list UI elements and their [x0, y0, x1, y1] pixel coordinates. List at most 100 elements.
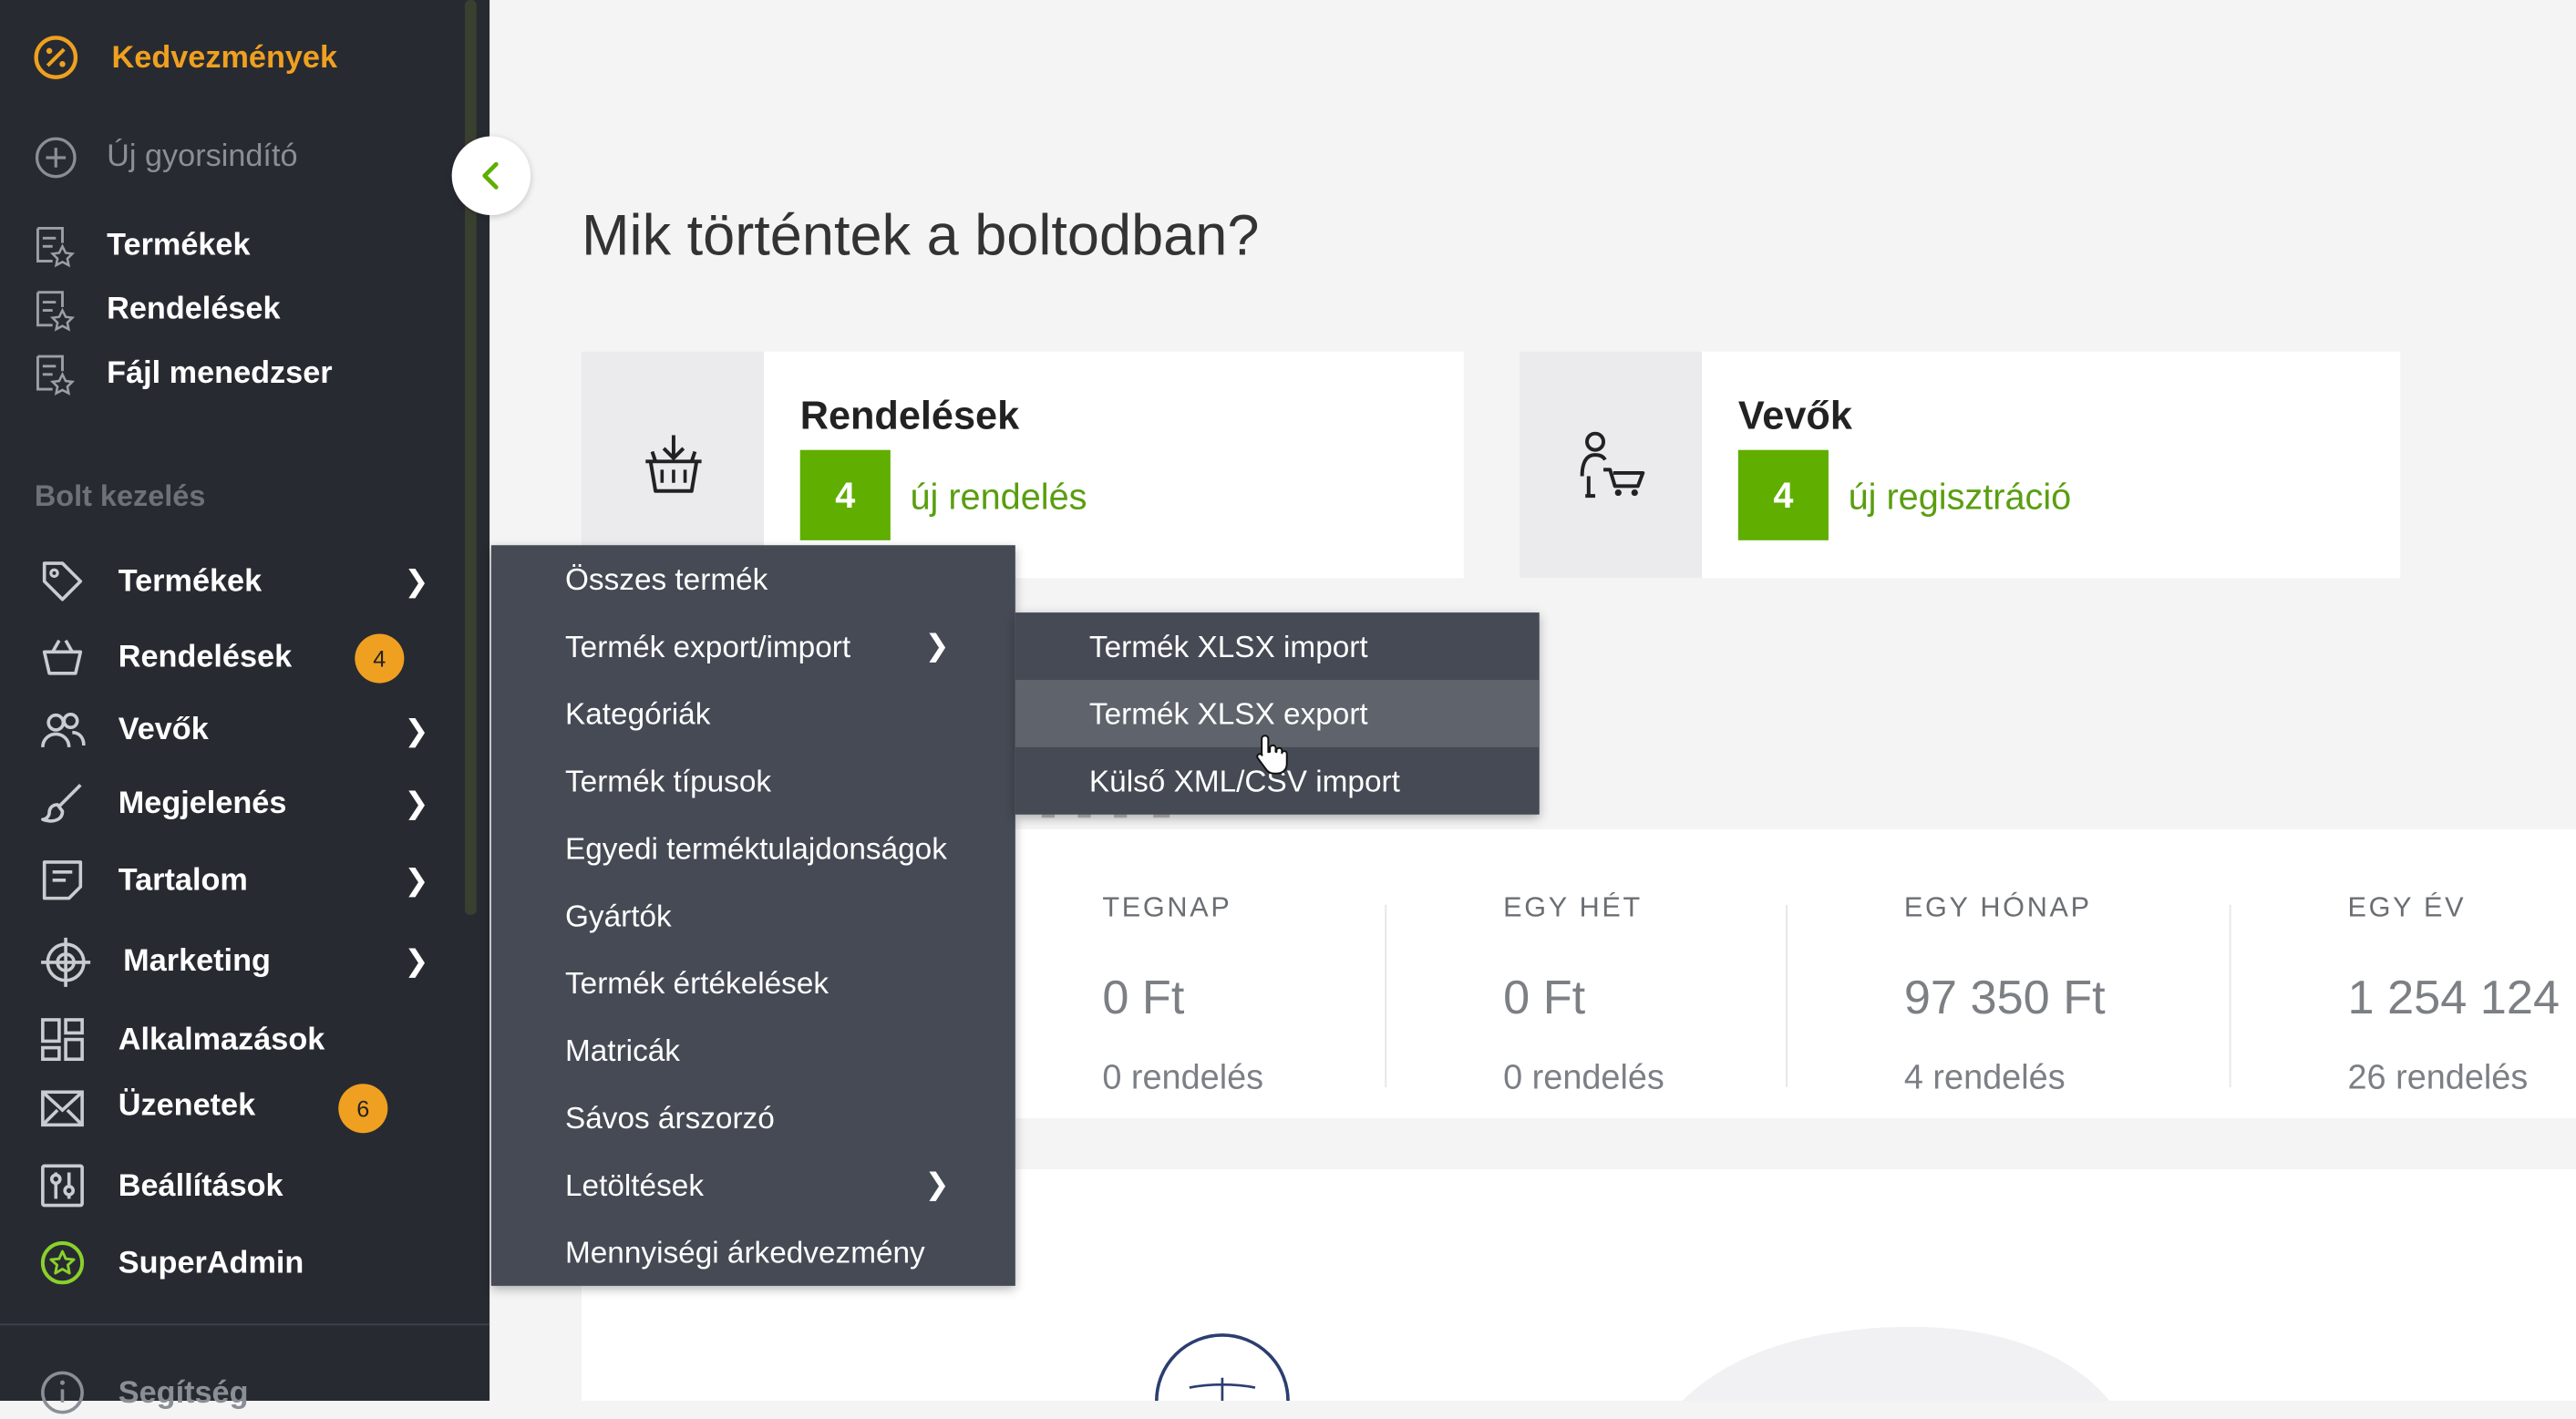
star-circle-icon [40, 1241, 85, 1285]
nav-item-tartalom[interactable]: Tartalom ❯ [39, 858, 450, 907]
menu-item-label: Gyártók [564, 898, 672, 933]
quick-item-fajl-menedzser[interactable]: Fájl menedzser [33, 352, 444, 401]
quick-item-label: Fájl menedzser [107, 356, 333, 391]
chevron-left-icon [482, 161, 499, 190]
target-icon [41, 937, 91, 987]
users-icon [41, 713, 86, 748]
stat-label-month: EGY HÓNAP [1903, 891, 2092, 923]
chevron-right-icon: ❯ [404, 944, 429, 978]
stat-orders-month: 4 rendelés [1903, 1059, 2066, 1097]
page-title: Mik történtek a boltodban? [582, 203, 1260, 268]
apps-grid-icon [41, 1018, 84, 1062]
hand-cursor-icon [1256, 735, 1288, 775]
nav-item-megjelenes[interactable]: Megjelenés ❯ [39, 780, 450, 829]
plus-circle-icon [35, 137, 77, 179]
quick-item-rendelesek[interactable]: Rendelések [33, 287, 444, 336]
stat-value-yesterday: 0 Ft [1102, 972, 1185, 1025]
menu-item-label: Összes termék [564, 561, 768, 597]
nav-item-marketing[interactable]: Marketing ❯ [39, 937, 450, 987]
sidebar-item-label: Kedvezmények [111, 41, 338, 76]
export-import-submenu: Termék XLSX import Termék XLSX export Kü… [1015, 612, 1540, 815]
menu-item-label: Matricák [564, 1033, 680, 1068]
tag-icon [42, 561, 83, 602]
list-star-icon [36, 227, 76, 268]
new-orders-link[interactable]: új rendelés [910, 477, 1087, 519]
menu-item-price-multiplier[interactable]: Sávos árszorzó [491, 1084, 1015, 1151]
menu-item-stickers[interactable]: Matricák [491, 1016, 1015, 1084]
envelope-icon [41, 1090, 84, 1127]
basket-download-icon [645, 435, 702, 493]
nav-item-label: Tartalom [118, 863, 248, 899]
stat-divider [1385, 904, 1387, 1087]
menu-item-downloads[interactable]: Letöltések ❯ [491, 1151, 1015, 1218]
nav-item-label: Termékek [118, 564, 263, 600]
quick-item-termekek[interactable]: Termékek [33, 223, 444, 272]
menu-item-label: Termék export/import [564, 629, 851, 663]
section-title: Bolt kezelés [34, 479, 206, 513]
nav-item-label: Segítség [118, 1375, 249, 1411]
stat-orders-year: 26 rendelés [2347, 1059, 2529, 1097]
menu-item-all-products[interactable]: Összes termék [491, 545, 1015, 612]
sidebar-divider [0, 1323, 490, 1326]
list-star-icon [36, 355, 76, 396]
basket-icon [42, 639, 83, 675]
sidebar-item-new-shortcut[interactable]: Új gyorsindító [33, 135, 444, 184]
nav-item-label: Marketing [123, 944, 271, 979]
nav-item-label: Üzenetek [118, 1088, 256, 1124]
menu-item-export-import[interactable]: Termék export/import ❯ [491, 612, 1015, 680]
menu-item-product-types[interactable]: Termék típusok [491, 747, 1015, 815]
menu-item-label: Letöltések [564, 1167, 705, 1202]
card-title: Rendelések [799, 394, 1020, 439]
sidebar: Kedvezmények Új gyorsindító Termékek Ren… [0, 0, 490, 1414]
nav-item-superadmin[interactable]: SuperAdmin [39, 1239, 450, 1289]
orders-count-badge: 4 [355, 633, 405, 684]
sidebar-item-label: Új gyorsindító [107, 139, 298, 174]
menu-item-label: Termék típusok [564, 763, 772, 798]
menu-item-manufacturers[interactable]: Gyártók [491, 882, 1015, 950]
nav-item-label: SuperAdmin [118, 1246, 304, 1281]
orders-card[interactable]: Rendelések 4 új rendelés [582, 351, 1464, 579]
customers-card[interactable]: Vevők 4 új regisztráció [1520, 351, 2401, 579]
chevron-right-icon: ❯ [404, 863, 429, 897]
nav-item-alkalmazasok[interactable]: Alkalmazások [39, 1016, 450, 1065]
nav-item-termekek[interactable]: Termékek ❯ [39, 559, 450, 608]
menu-item-categories[interactable]: Kategóriák [491, 680, 1015, 747]
menu-item-quantity-discount[interactable]: Mennyiségi árkedvezmény [491, 1218, 1015, 1286]
menu-item-label: Mennyiségi árkedvezmény [564, 1235, 925, 1270]
menu-item-custom-properties[interactable]: Egyedi terméktulajdonságok [491, 815, 1015, 882]
chevron-right-icon: ❯ [924, 629, 950, 663]
new-registrations-count: 4 [1737, 449, 1829, 540]
nav-item-uzenetek[interactable]: Üzenetek 6 [39, 1082, 450, 1135]
products-menu: Összes termék Termék export/import ❯ Kate… [490, 545, 1015, 1286]
customers-card-iconbox [1520, 351, 1703, 579]
person-cart-icon [1580, 431, 1645, 499]
stat-label-yesterday: TEGNAP [1102, 891, 1232, 923]
sidebar-collapse-button[interactable] [451, 136, 531, 216]
globe-illustration [1155, 1326, 2110, 1402]
sidebar-scrollbar[interactable] [465, 0, 477, 915]
nav-item-label: Megjelenés [118, 787, 287, 821]
chevron-right-icon: ❯ [404, 564, 429, 598]
percent-circle-icon [34, 36, 78, 79]
stat-value-year: 1 254 124 [2347, 972, 2561, 1025]
nav-item-label: Vevők [118, 713, 209, 747]
nav-item-beallitasok[interactable]: Beállítások [39, 1163, 450, 1212]
nav-item-label: Beállítások [118, 1168, 283, 1204]
new-registrations-link[interactable]: új regisztráció [1849, 477, 2072, 519]
nav-item-vevok[interactable]: Vevők ❯ [39, 708, 450, 757]
menu-item-label: Kategóriák [564, 695, 711, 731]
stat-value-week: 0 Ft [1503, 972, 1586, 1025]
orders-card-iconbox [582, 351, 765, 579]
menu-item-reviews[interactable]: Termék értékelések [491, 949, 1015, 1016]
sidebar-item-kedvezmenyek[interactable]: Kedvezmények [33, 35, 444, 84]
stat-divider [2229, 904, 2231, 1087]
stat-orders-week: 0 rendelés [1503, 1059, 1664, 1097]
nav-item-rendelesek[interactable]: Rendelések 4 [39, 633, 450, 684]
nav-item-help[interactable]: Segítség [39, 1370, 450, 1419]
card-title: Vevők [1737, 394, 1852, 439]
stat-orders-yesterday: 0 rendelés [1102, 1059, 1264, 1097]
quick-item-label: Termékek [107, 228, 251, 263]
sliders-icon [41, 1164, 84, 1208]
submenu-item-xlsx-import[interactable]: Termék XLSX import [1015, 612, 1540, 680]
stat-label-year: EGY ÉV [2347, 891, 2467, 923]
